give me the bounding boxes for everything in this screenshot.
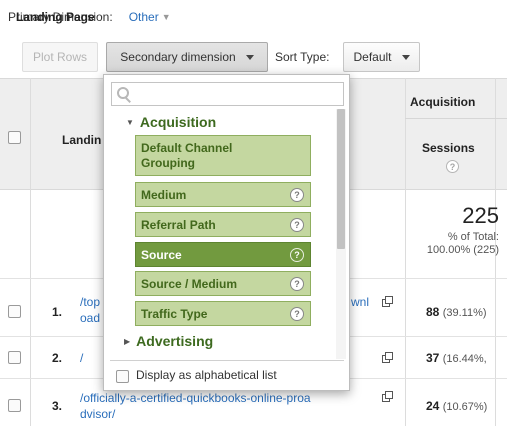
landing-page-link-line2[interactable]: oad xyxy=(80,311,100,325)
sessions-value: 88 (39.11%) xyxy=(426,305,487,319)
toolbar: Plot Rows Secondary dimension Sort Type:… xyxy=(0,38,507,76)
landing-page-link[interactable]: /officially-a-certified-quickbooks-onlin… xyxy=(80,391,311,405)
sessions-count: 24 xyxy=(426,399,440,413)
row-number: 1. xyxy=(52,305,63,319)
landing-page-link[interactable]: / xyxy=(80,351,83,365)
scrollbar-thumb[interactable] xyxy=(337,109,345,249)
row-checkbox[interactable] xyxy=(8,399,21,412)
header-divider xyxy=(405,118,507,119)
select-all-checkbox[interactable] xyxy=(8,131,21,144)
dropdown-scrollbar[interactable] xyxy=(336,109,346,359)
alphabetical-list-label[interactable]: Display as alphabetical list xyxy=(136,368,277,382)
help-icon[interactable]: ? xyxy=(290,306,304,321)
option-label: Medium xyxy=(141,187,187,202)
landing-page-column-header[interactable]: Landin xyxy=(62,133,101,147)
help-icon[interactable]: ? xyxy=(290,217,304,232)
chevron-down-icon: ▼ xyxy=(126,117,134,127)
external-link-icon[interactable] xyxy=(382,352,393,363)
total-percent-label: % of Total: xyxy=(447,231,499,243)
search-icon xyxy=(117,87,131,101)
external-link-icon[interactable] xyxy=(382,296,393,307)
help-icon[interactable]: ? xyxy=(446,160,459,173)
option-default-channel-grouping[interactable]: Default Channel Grouping xyxy=(135,135,311,176)
sessions-column-header[interactable]: Sessions xyxy=(422,141,475,155)
group-label: Acquisition xyxy=(139,114,217,130)
sessions-percent: (39.11%) xyxy=(442,307,487,319)
row-number: 3. xyxy=(52,399,63,413)
option-label: Source / Medium xyxy=(141,276,238,291)
sessions-value: 37 (16.44%, xyxy=(426,351,487,365)
option-label: Traffic Type xyxy=(141,306,208,321)
sessions-percent: (16.44%, xyxy=(442,353,487,365)
option-medium[interactable]: Medium ? xyxy=(135,182,311,207)
sort-type-label: Sort Type: xyxy=(275,50,330,64)
acquisition-group-header: Acquisition xyxy=(410,95,476,109)
group-advertising[interactable]: ▶ Advertising xyxy=(124,333,213,349)
row-checkbox[interactable] xyxy=(8,305,21,318)
total-percent-value: 100.00% (225) xyxy=(426,244,499,256)
sort-type-select[interactable]: Default xyxy=(343,42,420,72)
help-icon[interactable]: ? xyxy=(290,247,304,262)
column-divider xyxy=(30,78,31,426)
landing-page-link[interactable]: /top xyxy=(80,295,100,309)
group-acquisition[interactable]: ▼ Acquisition xyxy=(126,114,216,130)
landing-page-link-line2[interactable]: dvisor/ xyxy=(80,407,115,421)
dimension-search-input[interactable] xyxy=(111,82,344,106)
secondary-dimension-dropdown: ▼ Acquisition Default Channel Grouping M… xyxy=(103,74,350,391)
chevron-right-icon: ▶ xyxy=(124,336,131,346)
landing-page-link-continued[interactable]: wnl xyxy=(351,295,369,309)
option-label: Referral Path xyxy=(141,217,216,232)
group-label: Advertising xyxy=(136,333,214,349)
alphabetical-list-checkbox[interactable] xyxy=(116,370,129,383)
sessions-value: 24 (10.67%) xyxy=(426,399,487,413)
option-label: Source xyxy=(141,247,182,262)
help-icon[interactable]: ? xyxy=(290,187,304,202)
secondary-dimension-button[interactable]: Secondary dimension xyxy=(106,42,268,72)
option-label-line2: Grouping xyxy=(141,156,195,170)
column-divider xyxy=(405,78,406,426)
primary-dimension-row: Primary Dimension: Landing Page Other ▼ xyxy=(8,9,171,25)
sessions-total: 225 xyxy=(462,203,499,228)
help-icon[interactable]: ? xyxy=(290,276,304,291)
option-label: Default Channel xyxy=(141,141,233,155)
chevron-down-icon[interactable]: ▼ xyxy=(162,12,171,22)
sessions-count: 88 xyxy=(426,305,440,319)
sessions-percent: (10.67%) xyxy=(442,401,488,413)
option-source[interactable]: Source ? xyxy=(135,242,311,267)
plot-rows-button[interactable]: Plot Rows xyxy=(22,42,98,72)
chevron-down-icon xyxy=(245,54,254,60)
dropdown-divider xyxy=(110,360,344,361)
sessions-count: 37 xyxy=(426,351,440,365)
sessions-total-percent: % of Total: 100.00% (225) xyxy=(427,231,499,257)
chevron-down-icon xyxy=(401,54,410,60)
sort-type-value: Default xyxy=(353,50,392,64)
option-source-medium[interactable]: Source / Medium ? xyxy=(135,271,311,296)
secondary-dimension-label: Secondary dimension xyxy=(120,50,236,64)
row-number: 2. xyxy=(52,351,63,365)
other-dimension-link[interactable]: Other xyxy=(129,10,159,24)
external-link-icon[interactable] xyxy=(382,391,393,402)
plot-rows-label: Plot Rows xyxy=(32,50,88,64)
row-checkbox[interactable] xyxy=(8,351,21,364)
primary-dimension-value[interactable]: Landing Page xyxy=(16,10,95,24)
option-referral-path[interactable]: Referral Path ? xyxy=(135,212,311,237)
option-traffic-type[interactable]: Traffic Type ? xyxy=(135,301,311,326)
